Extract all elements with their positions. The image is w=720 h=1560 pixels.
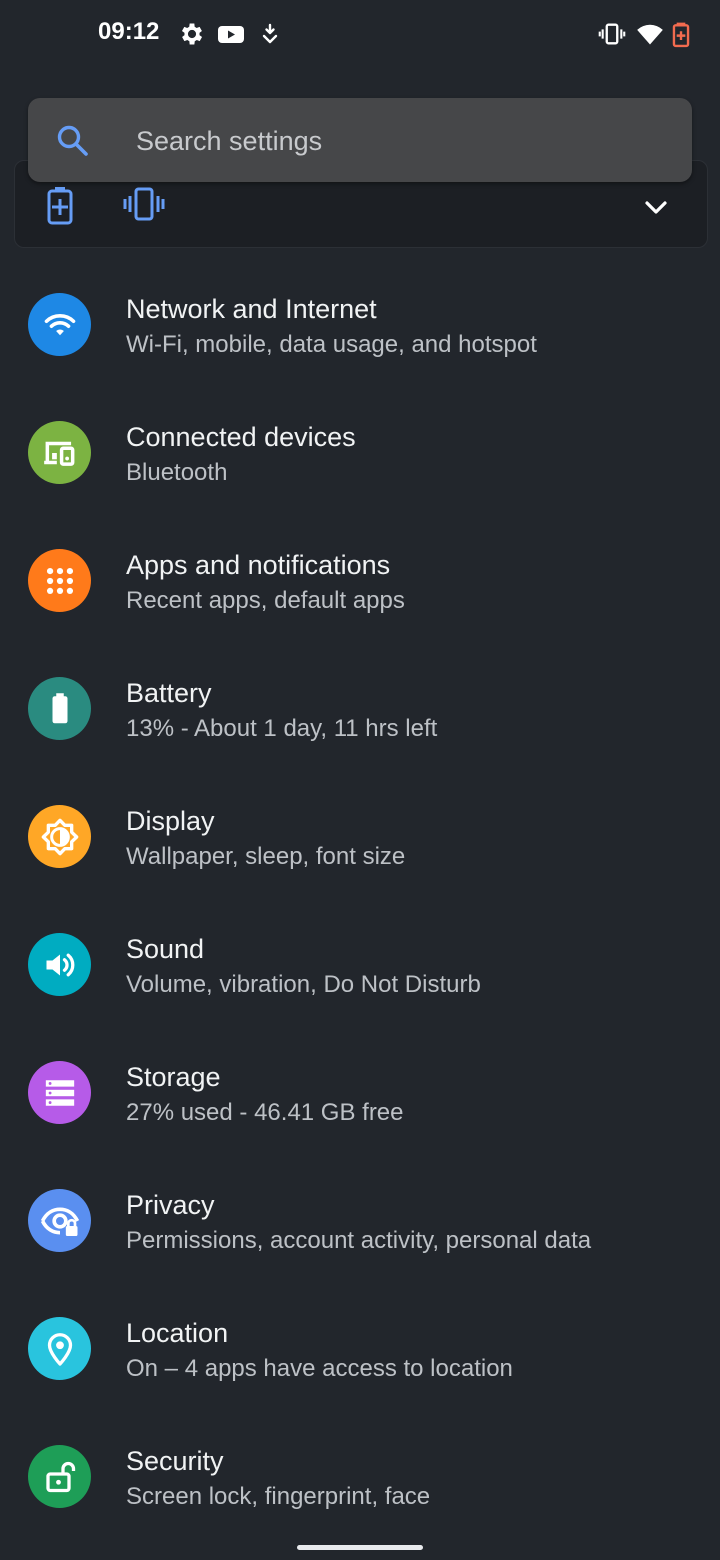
setting-connected-devices[interactable]: Connected devices Bluetooth bbox=[0, 388, 720, 516]
storage-icon bbox=[28, 1061, 91, 1124]
setting-display[interactable]: Display Wallpaper, sleep, font size bbox=[0, 772, 720, 900]
setting-title: Storage bbox=[126, 1062, 221, 1092]
devices-icon bbox=[28, 421, 91, 484]
setting-subtitle: Wi-Fi, mobile, data usage, and hotspot bbox=[126, 331, 537, 358]
search-placeholder[interactable]: Search settings bbox=[136, 126, 322, 157]
setting-network[interactable]: Network and Internet Wi-Fi, mobile, data… bbox=[0, 260, 720, 388]
setting-title: Security bbox=[126, 1446, 224, 1476]
setting-title: Battery bbox=[126, 678, 212, 708]
brightness-icon bbox=[28, 805, 91, 868]
setting-subtitle: Permissions, account activity, personal … bbox=[126, 1227, 592, 1254]
vibrate-icon bbox=[598, 23, 626, 45]
setting-location[interactable]: Location On – 4 apps have access to loca… bbox=[0, 1284, 720, 1412]
setting-title: Location bbox=[126, 1318, 229, 1348]
setting-subtitle: On – 4 apps have access to location bbox=[126, 1355, 513, 1382]
setting-subtitle: 27% used - 46.41 GB free bbox=[126, 1099, 404, 1126]
setting-subtitle: Screen lock, fingerprint, face bbox=[126, 1483, 431, 1510]
setting-title: Apps and notifications bbox=[126, 550, 391, 580]
setting-subtitle: Recent apps, default apps bbox=[126, 587, 405, 614]
setting-title: Sound bbox=[126, 934, 205, 964]
setting-title: Display bbox=[126, 806, 215, 836]
vibrate-icon bbox=[123, 187, 165, 221]
setting-subtitle: 13% - About 1 day, 11 hrs left bbox=[126, 715, 438, 742]
wifi-icon bbox=[637, 24, 663, 45]
setting-subtitle: Volume, vibration, Do Not Disturb bbox=[126, 971, 481, 998]
setting-title: Connected devices bbox=[126, 422, 356, 452]
wifi-icon bbox=[28, 293, 91, 356]
search-bar[interactable] bbox=[28, 98, 692, 182]
search-icon[interactable] bbox=[56, 124, 90, 158]
battery-saver-icon bbox=[47, 187, 73, 225]
gear-icon bbox=[181, 23, 203, 45]
settings-list: Network and Internet Wi-Fi, mobile, data… bbox=[0, 260, 720, 1540]
setting-apps[interactable]: Apps and notifications Recent apps, defa… bbox=[0, 516, 720, 644]
setting-security[interactable]: Security Screen lock, fingerprint, face bbox=[0, 1412, 720, 1540]
chevron-down-icon[interactable] bbox=[642, 196, 670, 220]
status-time: 09:12 bbox=[98, 18, 160, 45]
location-pin-icon bbox=[28, 1317, 91, 1380]
setting-privacy[interactable]: Privacy Permissions, account activity, p… bbox=[0, 1156, 720, 1284]
download-icon bbox=[262, 23, 278, 44]
status-bar: 09:12 bbox=[0, 0, 720, 68]
battery-low-icon bbox=[672, 22, 690, 48]
setting-storage[interactable]: Storage 27% used - 46.41 GB free bbox=[0, 1028, 720, 1156]
setting-subtitle: Wallpaper, sleep, font size bbox=[126, 843, 406, 870]
setting-title: Privacy bbox=[126, 1190, 215, 1220]
gesture-nav-handle[interactable] bbox=[297, 1545, 423, 1550]
volume-icon bbox=[28, 933, 91, 996]
privacy-eye-icon bbox=[28, 1189, 91, 1252]
setting-title: Network and Internet bbox=[126, 294, 377, 324]
battery-icon bbox=[28, 677, 91, 740]
setting-sound[interactable]: Sound Volume, vibration, Do Not Disturb bbox=[0, 900, 720, 1028]
apps-grid-icon bbox=[28, 549, 91, 612]
setting-battery[interactable]: Battery 13% - About 1 day, 11 hrs left bbox=[0, 644, 720, 772]
youtube-icon bbox=[218, 26, 244, 43]
lock-open-icon bbox=[28, 1445, 91, 1508]
setting-subtitle: Bluetooth bbox=[126, 459, 228, 486]
